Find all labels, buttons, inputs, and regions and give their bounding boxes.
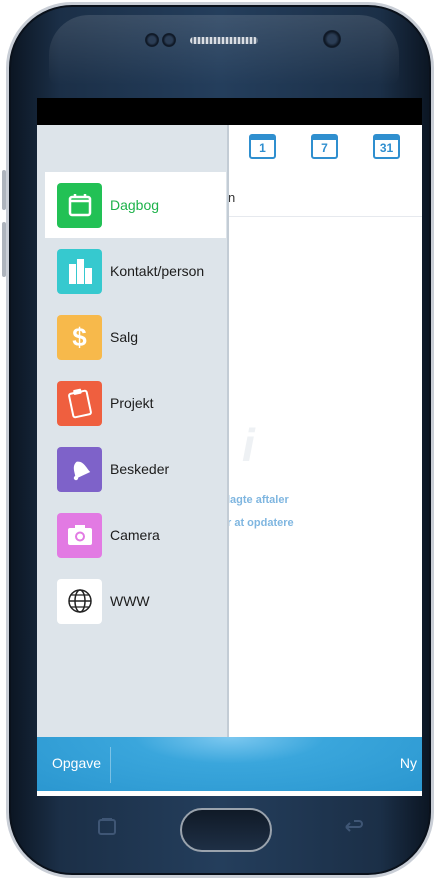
volume-button xyxy=(2,170,6,210)
tab-overflow-text: n xyxy=(228,190,236,205)
empty-hint-line2: r at opdatere xyxy=(227,517,294,529)
drawer-item-label: Projekt xyxy=(110,395,154,411)
sensor-icon xyxy=(145,33,159,47)
dollar-icon: $ xyxy=(57,314,102,360)
drawer-item-label: Salg xyxy=(110,329,139,345)
calendar-day-button[interactable]: 1 xyxy=(249,134,276,159)
drawer-item-label: Beskeder xyxy=(110,461,170,477)
clipboard-icon xyxy=(57,380,102,426)
calendar-month-button[interactable]: 31 xyxy=(373,134,400,159)
drawer-item-camera[interactable]: Camera xyxy=(45,502,226,568)
earpiece-speaker xyxy=(190,37,258,44)
drawer-item-label: WWW xyxy=(110,593,150,609)
drawer-item-label: Dagbog xyxy=(110,197,160,213)
sensor-icon-2 xyxy=(162,33,176,47)
drawer-item-projekt[interactable]: Projekt xyxy=(45,370,226,436)
bottom-action-bar: Opgave Ny xyxy=(37,737,422,791)
calendar-week-label: 7 xyxy=(321,141,328,155)
status-bar xyxy=(37,98,422,125)
globe-icon xyxy=(57,578,102,624)
drawer-item-label: Kontakt/person xyxy=(110,263,205,279)
empty-hint-line1: lagte aftaler xyxy=(227,494,289,506)
drawer-item-www[interactable]: WWW xyxy=(45,568,226,634)
calendar-icon xyxy=(57,182,102,228)
volume-button-lower xyxy=(2,222,6,277)
drawer-item-kontakt-person[interactable]: Kontakt/person xyxy=(45,238,226,304)
calendar-week-button[interactable]: 7 xyxy=(311,134,338,159)
recent-apps-icon[interactable] xyxy=(96,818,118,842)
drawer-item-dagbog[interactable]: Dagbog xyxy=(45,172,226,238)
calendar-day-label: 1 xyxy=(259,141,266,155)
back-icon[interactable] xyxy=(342,818,364,842)
navigation-drawer: Dagbog Kontakt/person $ Salg Projekt Bes… xyxy=(37,125,229,737)
phone-screen: 1 7 31 n i lagte aftaler r at opdatere D… xyxy=(37,98,422,796)
home-button[interactable] xyxy=(180,808,272,852)
drawer-item-salg[interactable]: $ Salg xyxy=(45,304,226,370)
camera-icon xyxy=(57,512,102,558)
drawer-item-beskeder[interactable]: Beskeder xyxy=(45,436,226,502)
bell-icon xyxy=(57,446,102,492)
empty-state-logo: i xyxy=(242,419,255,471)
drawer-item-label: Camera xyxy=(110,527,160,543)
phone-shine xyxy=(49,15,399,85)
bottom-bar-divider xyxy=(110,747,111,783)
front-camera-icon xyxy=(323,30,341,48)
calendar-month-label: 31 xyxy=(379,141,394,155)
new-button[interactable]: Ny xyxy=(400,755,417,771)
buildings-icon xyxy=(57,248,102,294)
opgave-button[interactable]: Opgave xyxy=(52,755,101,771)
